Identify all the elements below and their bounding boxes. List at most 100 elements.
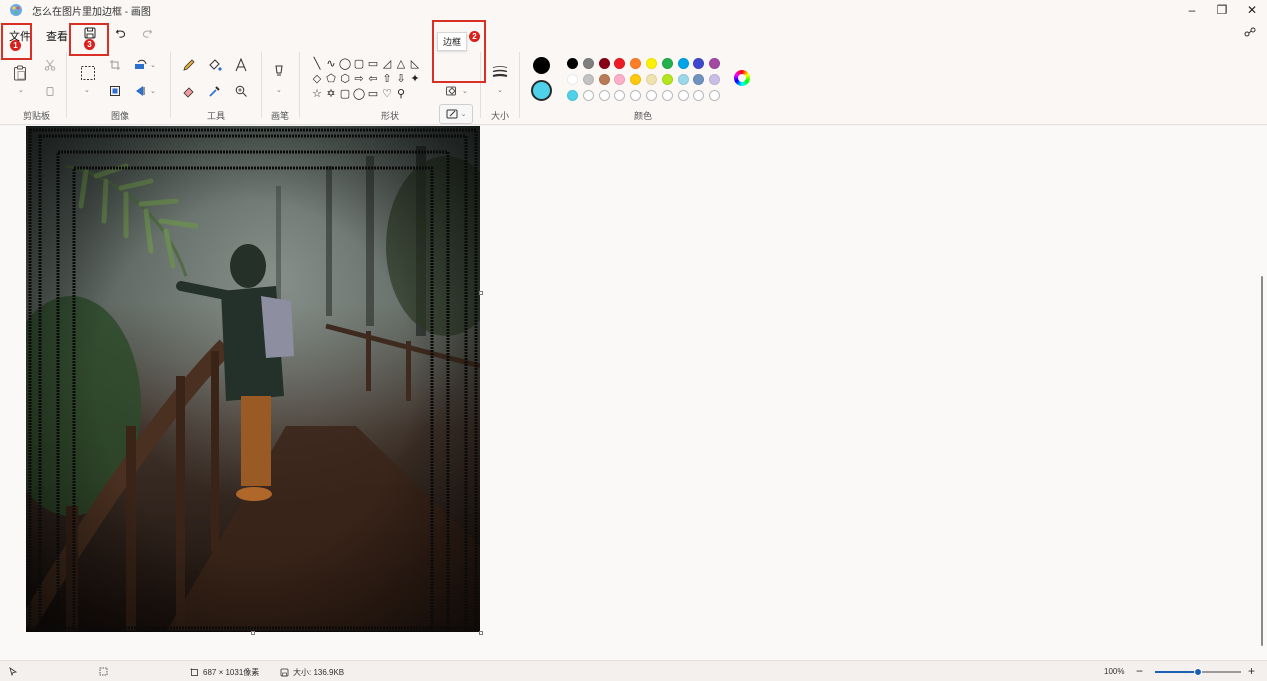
custom-color-slot[interactable]: [677, 90, 689, 101]
shape-option[interactable]: ▢: [338, 86, 352, 101]
minimize-button[interactable]: –: [1177, 0, 1207, 20]
color-swatch[interactable]: [598, 58, 610, 69]
custom-color-slot[interactable]: [661, 90, 673, 101]
color-swatch[interactable]: [645, 58, 657, 69]
flip-button[interactable]: [132, 82, 150, 100]
shape-option[interactable]: ▭: [366, 86, 380, 101]
primary-color[interactable]: [533, 57, 550, 74]
color-swatch[interactable]: [677, 58, 689, 69]
resize-handle-right[interactable]: [479, 291, 483, 295]
redo-button[interactable]: [139, 25, 155, 41]
custom-color-slot[interactable]: [582, 90, 594, 101]
menu-view[interactable]: 查看: [46, 28, 68, 44]
shape-option[interactable]: ⇦: [366, 71, 380, 86]
size-button[interactable]: [490, 63, 510, 81]
color-swatch[interactable]: [661, 58, 673, 69]
brushes-dropdown-icon[interactable]: ⌄: [276, 86, 282, 94]
select-dropdown-icon[interactable]: ⌄: [84, 86, 90, 94]
canvas-size-icon: [190, 668, 198, 676]
rotate-button[interactable]: [132, 56, 150, 74]
shape-option[interactable]: ◿: [380, 56, 394, 71]
shape-option[interactable]: △: [394, 56, 408, 71]
zoom-level[interactable]: 100%: [1104, 667, 1124, 676]
shape-fill-button[interactable]: [443, 82, 461, 100]
shape-option[interactable]: ◯: [338, 56, 352, 71]
color-swatch[interactable]: [677, 74, 689, 85]
color-swatch[interactable]: [661, 74, 673, 85]
shape-option[interactable]: ◯: [352, 86, 366, 101]
color-swatch[interactable]: [582, 74, 594, 85]
paste-dropdown-icon[interactable]: ⌄: [18, 86, 24, 94]
color-swatch[interactable]: [582, 58, 594, 69]
custom-color-slot[interactable]: [645, 90, 657, 101]
secondary-color[interactable]: [531, 80, 552, 101]
text-tool[interactable]: [232, 56, 250, 74]
resize-handle-bottom[interactable]: [251, 631, 255, 635]
custom-color-slot[interactable]: [693, 90, 705, 101]
resize-handle-corner[interactable]: [479, 631, 483, 635]
eraser-tool[interactable]: [180, 82, 198, 100]
shape-option[interactable]: ▢: [352, 56, 366, 71]
color-swatch[interactable]: [567, 58, 578, 69]
zoom-slider[interactable]: [1155, 668, 1241, 676]
shape-outline-dropdown[interactable]: ⌄: [439, 104, 473, 124]
brushes-button[interactable]: [270, 63, 288, 81]
color-swatch[interactable]: [709, 58, 721, 69]
shape-option[interactable]: ☆: [310, 86, 324, 101]
color-swatch[interactable]: [567, 74, 578, 85]
color-swatch[interactable]: [567, 90, 578, 101]
color-swatch[interactable]: [709, 74, 721, 85]
color-swatch[interactable]: [645, 74, 657, 85]
shape-option[interactable]: ⚲: [394, 86, 408, 101]
custom-color-slot[interactable]: [709, 90, 721, 101]
color-swatch[interactable]: [614, 74, 626, 85]
zoom-slider-thumb[interactable]: [1194, 668, 1202, 676]
shape-option[interactable]: ◇: [310, 71, 324, 86]
select-button[interactable]: [78, 63, 98, 83]
shape-fill-dropdown-icon[interactable]: ⌄: [462, 87, 468, 95]
vertical-scrollbar[interactable]: [1261, 276, 1263, 646]
size-dropdown-icon[interactable]: ⌄: [497, 86, 503, 94]
shape-option[interactable]: ♡: [380, 86, 394, 101]
share-icon[interactable]: [1243, 26, 1257, 40]
color-swatch[interactable]: [630, 74, 642, 85]
paste-button[interactable]: [11, 64, 29, 82]
cut-button[interactable]: [41, 56, 59, 74]
shape-option[interactable]: [408, 86, 422, 101]
shape-option[interactable]: ⬡: [338, 71, 352, 86]
crop-button[interactable]: [106, 56, 124, 74]
shape-option[interactable]: ╲: [310, 56, 324, 71]
shape-option[interactable]: ◺: [408, 56, 422, 71]
restore-button[interactable]: ❐: [1207, 0, 1237, 20]
shape-option[interactable]: ▭: [366, 56, 380, 71]
resize-button[interactable]: [106, 82, 124, 100]
undo-button[interactable]: [113, 25, 129, 41]
color-swatch[interactable]: [693, 74, 705, 85]
shape-option[interactable]: ⇩: [394, 71, 408, 86]
shape-option[interactable]: ⇧: [380, 71, 394, 86]
pencil-tool[interactable]: [180, 56, 198, 74]
color-swatch[interactable]: [614, 58, 626, 69]
shape-option[interactable]: ⇨: [352, 71, 366, 86]
shape-option[interactable]: ∿: [324, 56, 338, 71]
shape-option[interactable]: ✡: [324, 86, 338, 101]
custom-color-slot[interactable]: [630, 90, 642, 101]
canvas-image[interactable]: [26, 126, 480, 632]
zoom-in-button[interactable]: +: [1248, 664, 1255, 678]
color-swatch[interactable]: [598, 74, 610, 85]
close-button[interactable]: ✕: [1237, 0, 1267, 20]
rotate-dropdown-icon[interactable]: ⌄: [150, 61, 156, 69]
flip-dropdown-icon[interactable]: ⌄: [150, 87, 156, 95]
color-picker-tool[interactable]: [206, 82, 224, 100]
custom-color-slot[interactable]: [598, 90, 610, 101]
copy-button[interactable]: [41, 82, 59, 100]
color-swatch[interactable]: [693, 58, 705, 69]
shape-option[interactable]: ✦: [408, 71, 422, 86]
fill-tool[interactable]: [206, 56, 224, 74]
custom-color-slot[interactable]: [614, 90, 626, 101]
edit-colors-button[interactable]: [734, 70, 750, 86]
magnifier-tool[interactable]: [232, 82, 250, 100]
color-swatch[interactable]: [630, 58, 642, 69]
shape-option[interactable]: ⬠: [324, 71, 338, 86]
zoom-out-button[interactable]: −: [1136, 664, 1143, 678]
